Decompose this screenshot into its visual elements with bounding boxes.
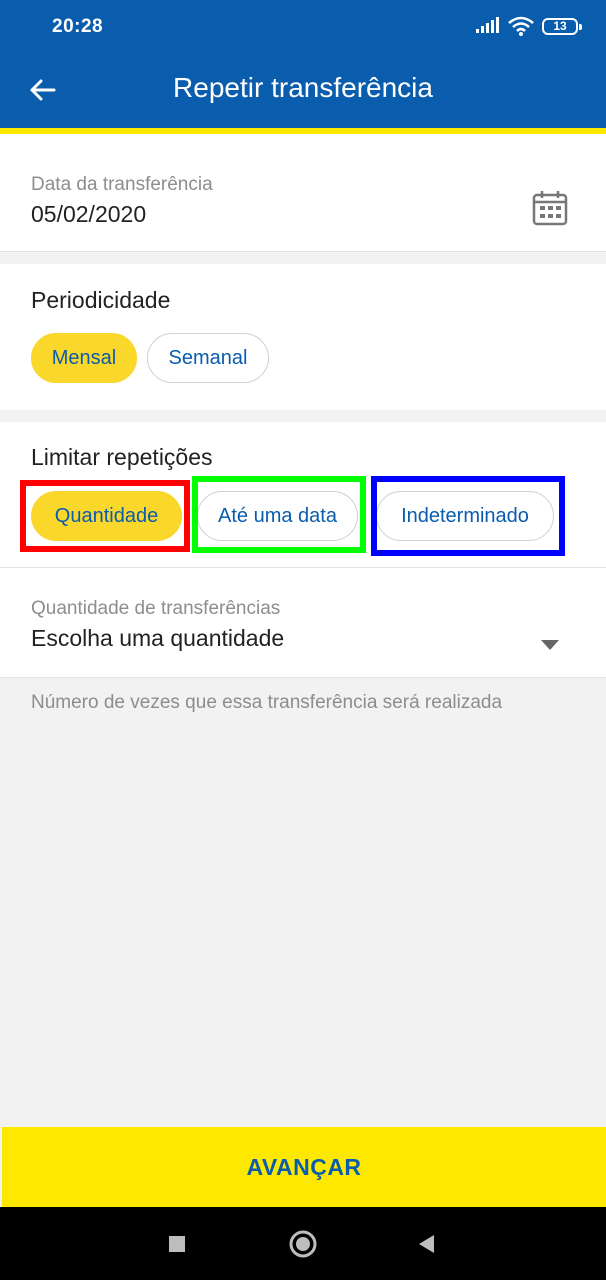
periodicity-title: Periodicidade xyxy=(31,287,171,313)
home-circle-icon[interactable] xyxy=(288,1229,318,1259)
quantity-dropdown[interactable]: Quantidade de transferências Escolha uma… xyxy=(0,568,606,678)
battery-icon: 13 xyxy=(542,18,582,35)
periodicity-section: Periodicidade Mensal Semanal xyxy=(0,264,606,410)
chip-mensal[interactable]: Mensal xyxy=(31,333,137,383)
calendar-icon[interactable] xyxy=(532,190,568,226)
wifi-icon xyxy=(508,16,534,36)
signal-icon xyxy=(476,17,499,33)
quantity-value[interactable]: Escolha uma quantidade xyxy=(31,625,284,652)
date-field[interactable]: Data da transferência 05/02/2020 xyxy=(0,134,606,252)
advance-button[interactable]: AVANÇAR xyxy=(2,1127,606,1207)
chip-semanal[interactable]: Semanal xyxy=(147,333,269,383)
limit-title: Limitar repetições xyxy=(31,444,213,470)
app-bar: Repetir transferência xyxy=(0,52,606,128)
status-bar: 20:28 13 xyxy=(0,0,606,52)
system-nav-bar xyxy=(0,1207,606,1280)
highlight-box-green xyxy=(192,476,366,553)
back-triangle-icon[interactable] xyxy=(412,1229,442,1259)
helper-text: Número de vezes que essa transferência s… xyxy=(31,692,503,713)
date-field-label: Data da transferência xyxy=(31,174,213,195)
highlight-box-blue xyxy=(371,476,565,556)
date-field-value[interactable]: 05/02/2020 xyxy=(31,201,146,228)
page-title: Repetir transferência xyxy=(173,72,433,103)
quantity-label: Quantidade de transferências xyxy=(31,598,281,619)
highlight-box-red xyxy=(20,480,190,552)
recents-square-icon[interactable] xyxy=(162,1229,192,1259)
dropdown-arrow-icon[interactable] xyxy=(541,640,559,650)
status-time: 20:28 xyxy=(52,16,104,37)
